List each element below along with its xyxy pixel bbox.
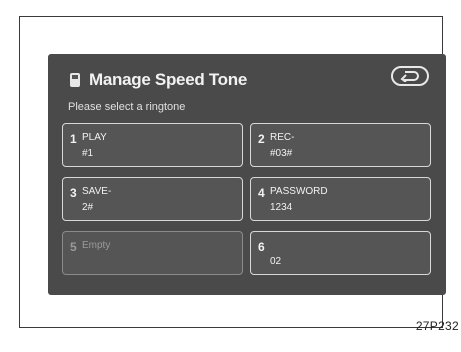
slot-name: PASSWORD: [270, 186, 328, 197]
return-arrow-icon: [400, 71, 419, 82]
slot-number: 4: [258, 186, 265, 200]
slot-code: 2#: [82, 202, 94, 213]
slot-number: 5: [70, 240, 77, 254]
slot-code: #1: [82, 148, 94, 159]
speed-tone-slot-5[interactable]: 5 Empty: [62, 231, 243, 275]
back-button[interactable]: [391, 66, 429, 86]
slot-name: PLAY: [82, 132, 107, 143]
slot-name: SAVE-: [82, 186, 112, 197]
slot-number: 6: [258, 240, 265, 254]
slot-code: 02: [270, 256, 282, 267]
slot-number: 2: [258, 132, 265, 146]
speed-tone-grid: 1 PLAY #1 2 REC- #03# 3 SAVE- 2# 4 PASSW…: [62, 123, 433, 286]
slot-number: 3: [70, 186, 77, 200]
speed-tone-slot-6[interactable]: 6 02: [250, 231, 431, 275]
phone-icon: [70, 73, 80, 87]
title-row: Manage Speed Tone: [70, 70, 247, 90]
slot-name: Empty: [82, 240, 111, 251]
slot-code: #03#: [270, 148, 293, 159]
slot-name: REC-: [270, 132, 295, 143]
speed-tone-slot-1[interactable]: 1 PLAY #1: [62, 123, 243, 167]
speed-tone-slot-3[interactable]: 3 SAVE- 2#: [62, 177, 243, 221]
page-title: Manage Speed Tone: [89, 70, 248, 89]
slot-code: 1234: [270, 202, 293, 213]
speed-tone-slot-2[interactable]: 2 REC- #03#: [250, 123, 431, 167]
slot-number: 1: [70, 132, 77, 146]
instruction-text: Please select a ringtone: [68, 101, 186, 113]
display-screen: Manage Speed Tone Please select a ringto…: [48, 54, 446, 295]
speed-tone-slot-4[interactable]: 4 PASSWORD 1234: [250, 177, 431, 221]
figure-code: 27P232: [415, 319, 459, 333]
